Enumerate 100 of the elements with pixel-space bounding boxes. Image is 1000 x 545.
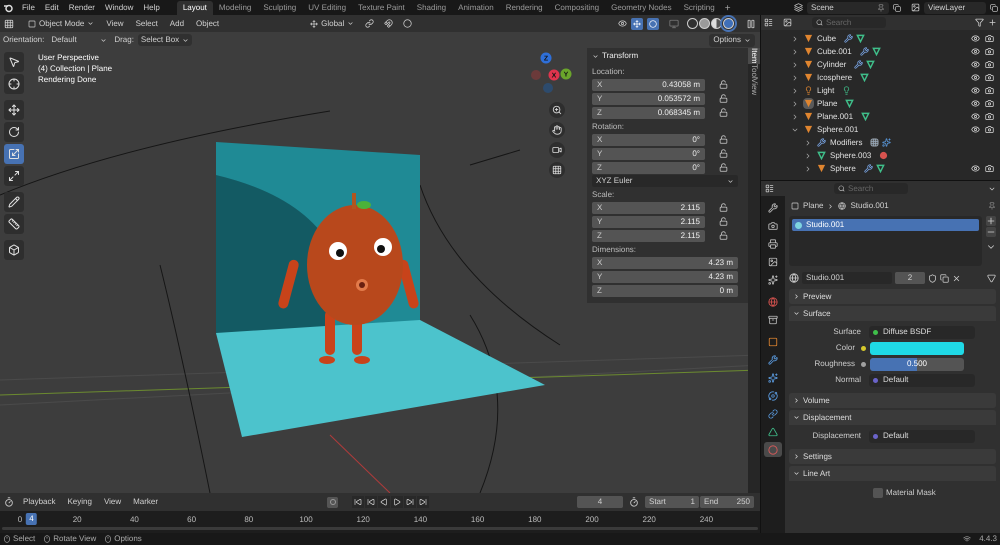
- panel-header[interactable]: Line Art: [789, 466, 996, 481]
- camera-icon[interactable]: [985, 99, 994, 108]
- workspace-tab[interactable]: Animation: [452, 1, 500, 15]
- number-field[interactable]: Z 0 m: [592, 284, 738, 296]
- properties-tab[interactable]: [764, 442, 782, 457]
- panel-header[interactable]: Surface: [789, 306, 996, 321]
- start-frame-field[interactable]: Start 1: [645, 496, 699, 508]
- view-layer-icon[interactable]: [783, 18, 792, 27]
- transport-button[interactable]: [365, 496, 378, 508]
- number-field[interactable]: X 4.23 m: [592, 256, 738, 268]
- panel-title[interactable]: Transform: [602, 50, 638, 62]
- chevron-icon[interactable]: [592, 52, 599, 60]
- end-frame-field[interactable]: End 250: [700, 496, 754, 508]
- menu-item[interactable]: Keying: [64, 496, 95, 508]
- filter-icon[interactable]: [975, 18, 984, 27]
- outliner-item[interactable]: Sphere.001: [817, 124, 858, 136]
- close-icon[interactable]: [952, 274, 961, 282]
- number-field[interactable]: Z 0.068345 m: [592, 106, 705, 118]
- sidebar-tab[interactable]: Tool: [748, 64, 760, 78]
- outliner-item[interactable]: Plane: [817, 98, 838, 110]
- unlock-icon[interactable]: [719, 80, 728, 89]
- remove-slot-icon[interactable]: [986, 227, 996, 237]
- camera-icon[interactable]: [985, 73, 994, 82]
- camera-icon[interactable]: [985, 60, 994, 69]
- pin-icon[interactable]: [877, 4, 885, 12]
- rotation-mode-dropdown[interactable]: XYZ Euler: [592, 175, 738, 187]
- menu-item[interactable]: Add: [166, 18, 188, 30]
- workspace-tab[interactable]: Sculpting: [257, 1, 302, 15]
- tool-button[interactable]: [4, 192, 24, 212]
- unlock-icon[interactable]: [719, 217, 728, 226]
- pause-icon[interactable]: [746, 18, 756, 28]
- material-slot[interactable]: Studio.001: [792, 219, 979, 231]
- number-field[interactable]: Z 2.115: [592, 230, 705, 242]
- menu-item[interactable]: Edit: [40, 2, 64, 14]
- tool-button[interactable]: [4, 166, 24, 186]
- tool-button[interactable]: [4, 74, 24, 94]
- transport-button[interactable]: [378, 496, 390, 508]
- workspace-tab[interactable]: Layout: [176, 1, 213, 15]
- number-field[interactable]: Y 4.23 m: [592, 270, 738, 282]
- menu-item[interactable]: Playback: [20, 496, 58, 508]
- tool-button[interactable]: [4, 240, 24, 260]
- shading-button[interactable]: [699, 18, 710, 29]
- shading-button[interactable]: [711, 18, 722, 29]
- camera-icon[interactable]: [985, 112, 994, 121]
- user-count-field[interactable]: 2: [895, 272, 925, 284]
- outliner-item[interactable]: Light: [817, 84, 834, 96]
- orientation-select[interactable]: Default: [48, 34, 110, 46]
- sphere-icon[interactable]: [789, 273, 799, 283]
- menu-item[interactable]: Help: [138, 2, 165, 14]
- unlock-icon[interactable]: [719, 203, 728, 212]
- shading-button[interactable]: [723, 18, 734, 29]
- xray-icon[interactable]: [669, 18, 679, 28]
- menu-item[interactable]: Window: [100, 2, 138, 14]
- camera-icon[interactable]: [985, 34, 994, 43]
- visibility-icon[interactable]: [618, 19, 627, 28]
- hand-button[interactable]: [549, 122, 565, 138]
- eye-icon[interactable]: [971, 125, 980, 134]
- new-collection-icon[interactable]: [988, 18, 997, 27]
- copy-icon[interactable]: [893, 4, 901, 12]
- eye-icon[interactable]: [971, 47, 980, 56]
- tool-button[interactable]: [4, 122, 24, 142]
- mode-dropdown[interactable]: Object Mode: [24, 18, 98, 30]
- unlock-icon[interactable]: [719, 163, 728, 172]
- camera-icon[interactable]: [985, 164, 994, 173]
- workspace-tab[interactable]: Rendering: [500, 1, 549, 15]
- camera-icon[interactable]: [985, 125, 994, 134]
- sidebar-tab[interactable]: Item: [748, 48, 760, 64]
- outliner-item[interactable]: Cube: [817, 32, 836, 44]
- grid-button[interactable]: [549, 162, 565, 178]
- workspace-tab[interactable]: UV Editing: [302, 1, 352, 15]
- material-name-field[interactable]: Studio.001: [802, 272, 892, 284]
- socket-field[interactable]: Diffuse BSDF: [869, 326, 975, 338]
- tool-button[interactable]: [4, 100, 24, 120]
- socket-field[interactable]: Default: [869, 374, 975, 386]
- shield-icon[interactable]: [928, 274, 937, 282]
- panel-header[interactable]: Displacement: [789, 410, 996, 425]
- add-slot-icon[interactable]: [986, 216, 996, 226]
- logo-icon[interactable]: [3, 2, 13, 12]
- outliner-item[interactable]: Cube.001: [817, 46, 852, 58]
- record-button[interactable]: [327, 496, 338, 508]
- eye-icon[interactable]: [971, 164, 980, 173]
- menu-item[interactable]: Marker: [130, 496, 162, 508]
- menu-item[interactable]: Object: [192, 18, 224, 30]
- outliner-item[interactable]: Plane.001: [817, 110, 854, 122]
- camera-icon[interactable]: [985, 86, 994, 95]
- overlay-toggle[interactable]: [647, 18, 659, 30]
- menu-item[interactable]: Render: [64, 2, 100, 14]
- options-dropdown[interactable]: Options: [709, 34, 755, 46]
- menu-item[interactable]: View: [100, 496, 124, 508]
- add-workspace-button[interactable]: +: [720, 1, 735, 15]
- menu-item[interactable]: File: [17, 2, 40, 14]
- number-field[interactable]: X 2.115: [592, 202, 705, 214]
- transport-button[interactable]: [417, 496, 430, 508]
- view-layer-field[interactable]: ViewLayer: [924, 2, 986, 14]
- outliner-item[interactable]: Cylinder: [817, 58, 846, 70]
- socket-field[interactable]: Default: [869, 430, 975, 442]
- color-swatch[interactable]: [870, 342, 964, 354]
- transport-button[interactable]: [352, 496, 364, 508]
- gizmo-toggle[interactable]: [631, 18, 643, 30]
- workspace-tab[interactable]: Compositing: [548, 1, 606, 15]
